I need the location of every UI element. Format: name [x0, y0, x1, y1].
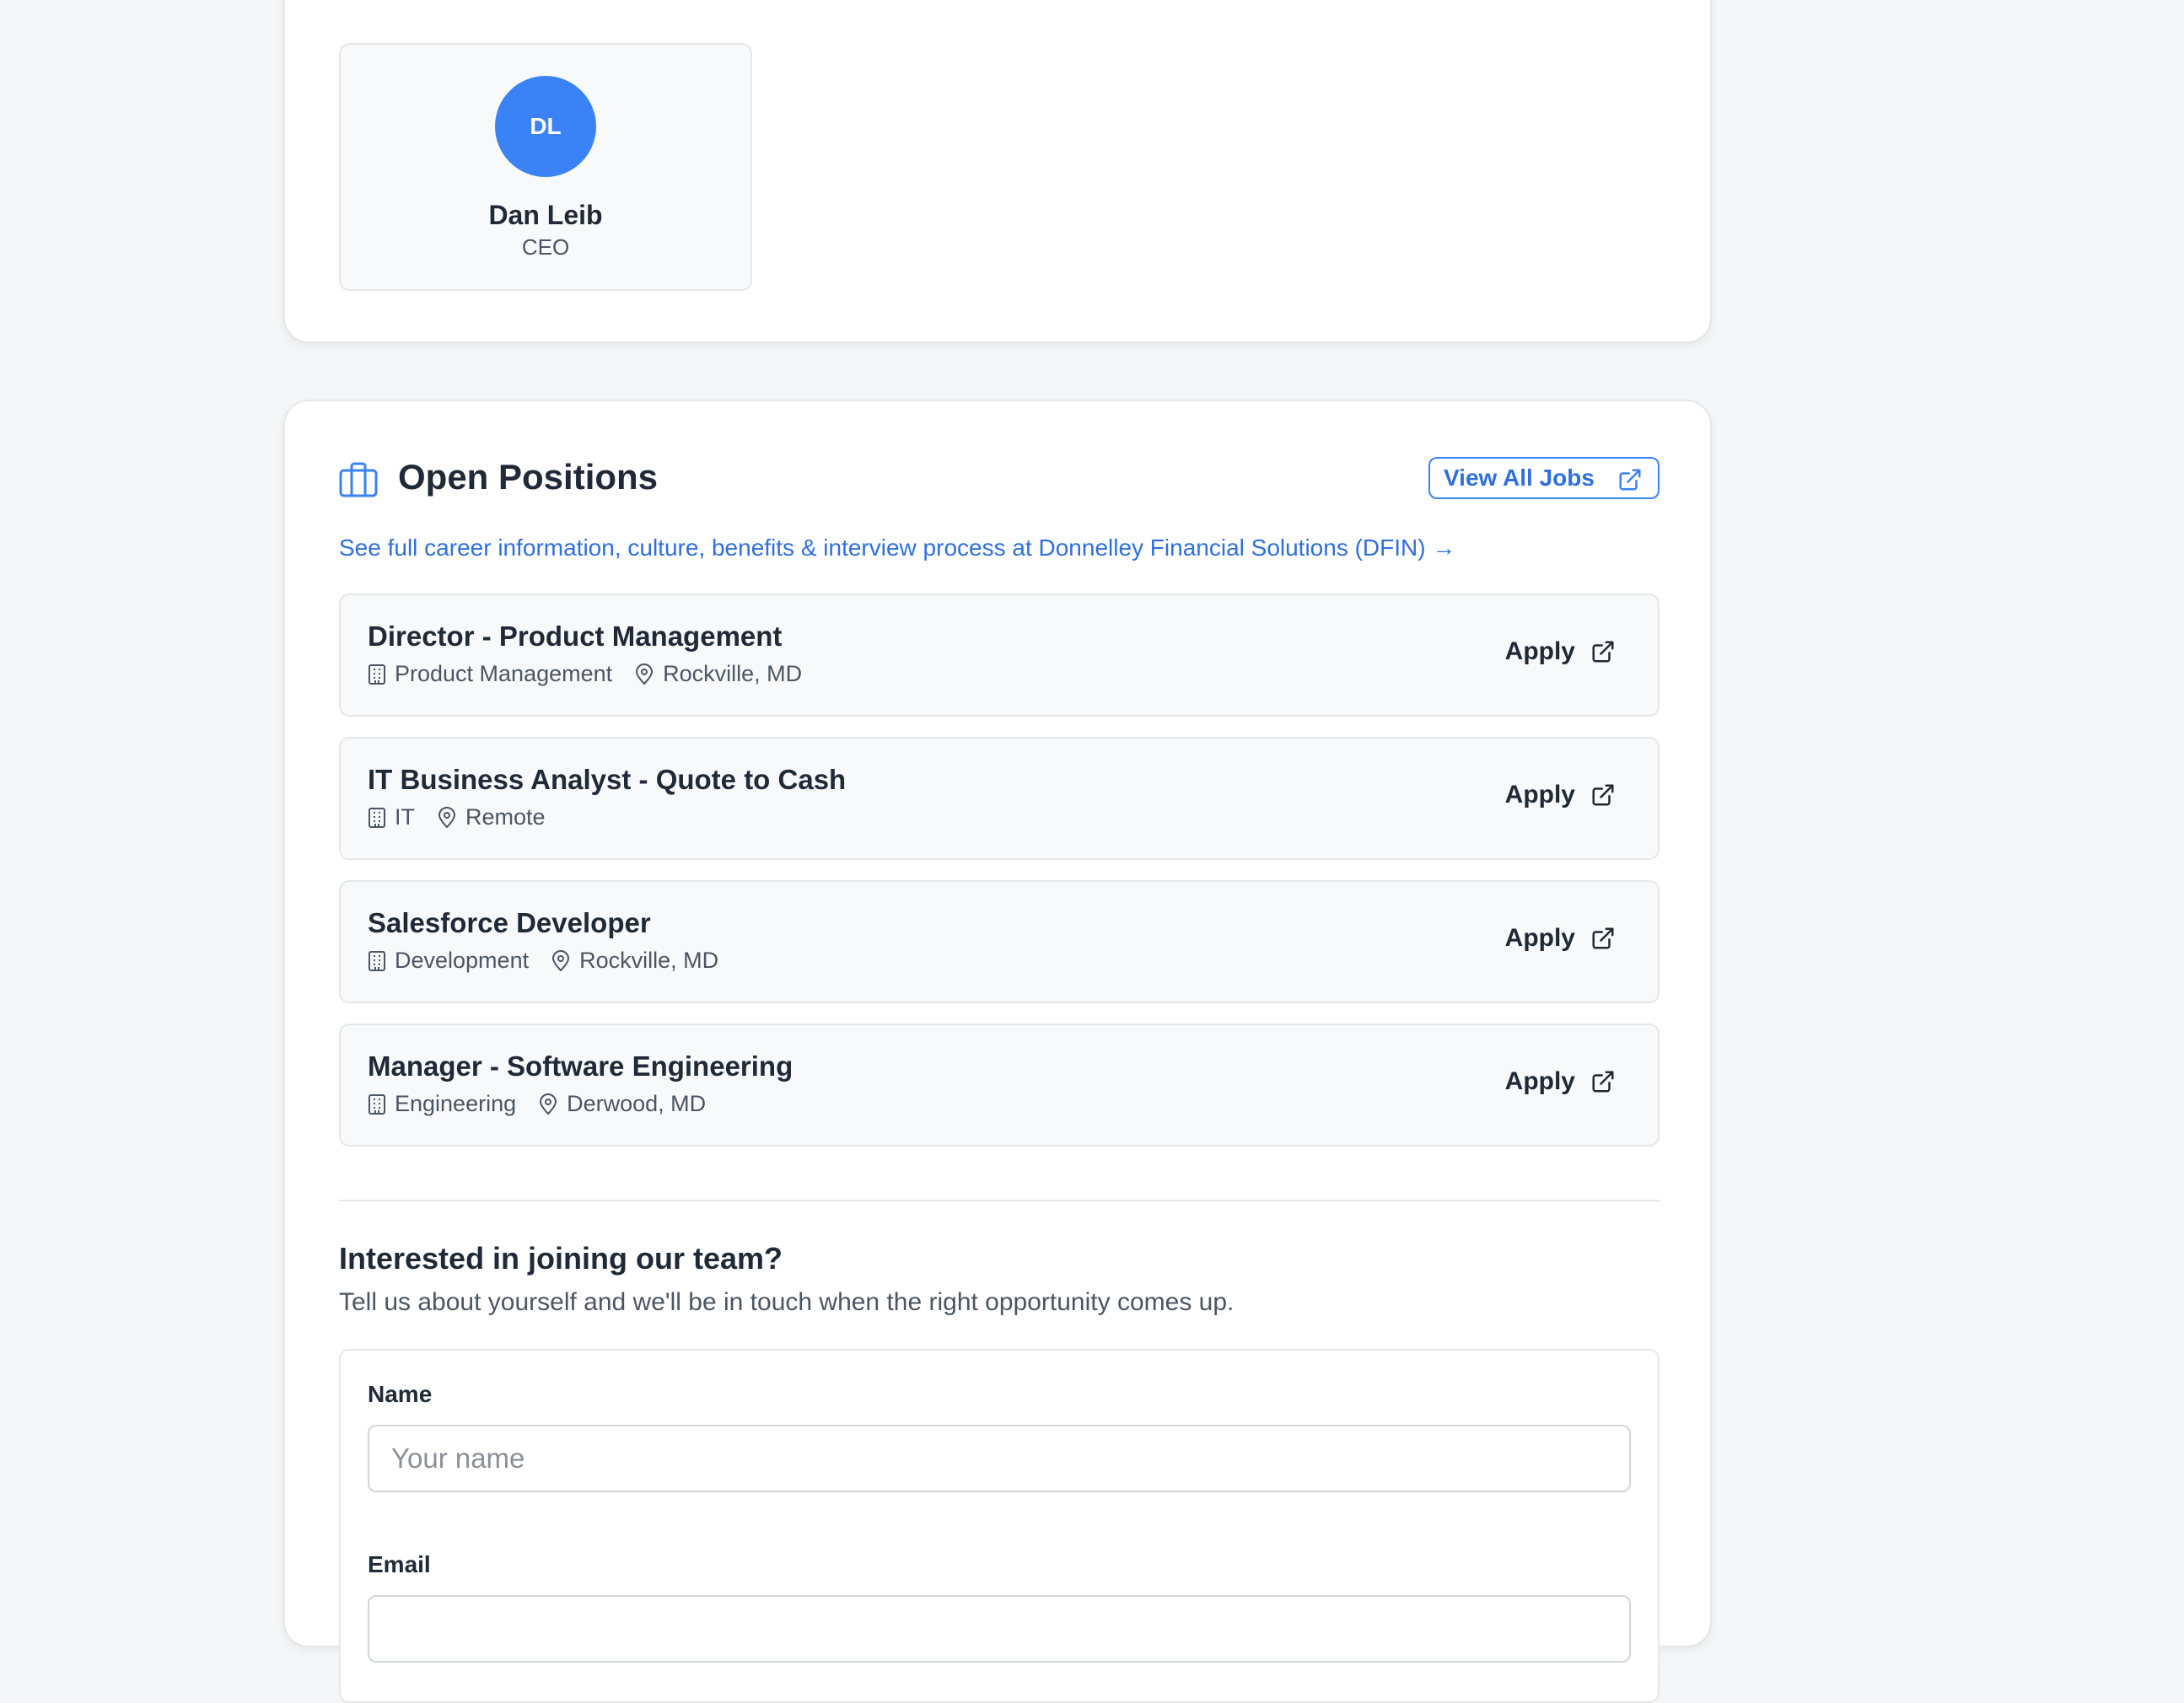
job-title: IT Business Analyst - Quote to Cash: [368, 764, 847, 795]
job-meta: Development Rockville, MD: [368, 948, 718, 974]
person-name: Dan Leib: [488, 200, 603, 230]
job-row: Salesforce Developer Development Rockville…: [339, 880, 1660, 1003]
apply-button[interactable]: Apply: [1505, 1067, 1616, 1096]
map-pin-icon: [636, 663, 654, 685]
building-icon: [368, 807, 385, 828]
map-pin-icon: [438, 806, 456, 828]
external-link-icon: [1619, 469, 1641, 491]
job-row: Manager - Software Engineering Engineerin…: [339, 1023, 1660, 1147]
section-title: Open Positions: [398, 457, 659, 497]
name-label: Name: [368, 1381, 433, 1407]
external-link-icon: [1592, 641, 1614, 663]
email-input[interactable]: [368, 1595, 1631, 1663]
divider: [339, 1200, 1660, 1201]
job-list: Director - Product Management Product Man…: [339, 594, 1660, 1167]
interest-title: Interested in joining our team?: [339, 1241, 783, 1276]
external-link-icon: [1592, 784, 1614, 806]
map-pin-icon: [552, 949, 570, 971]
building-icon: [368, 1093, 385, 1115]
career-info-link[interactable]: See full career information, culture, be…: [339, 535, 1455, 561]
map-pin-icon: [540, 1093, 557, 1115]
job-title: Manager - Software Engineering: [368, 1050, 793, 1082]
person-role: CEO: [521, 234, 570, 260]
job-location: Derwood, MD: [567, 1091, 707, 1116]
interest-subtitle: Tell us about yourself and we'll be in t…: [339, 1288, 1235, 1316]
job-meta: Product Management Rockville, MD: [368, 661, 802, 687]
apply-label: Apply: [1504, 781, 1575, 809]
job-location: Remote: [465, 804, 546, 830]
job-title: Salesforce Developer: [368, 907, 651, 938]
job-department: IT: [395, 804, 415, 830]
apply-button[interactable]: Apply: [1505, 924, 1616, 953]
job-meta: IT Remote: [368, 804, 546, 830]
name-input[interactable]: [368, 1425, 1631, 1492]
job-row: Director - Product Management Product Man…: [339, 594, 1660, 717]
email-label: Email: [368, 1551, 431, 1577]
view-all-jobs-label: View All Jobs: [1444, 465, 1595, 491]
apply-label: Apply: [1504, 637, 1575, 665]
interest-form: Name Email: [339, 1349, 1660, 1703]
job-title: Director - Product Management: [368, 620, 783, 652]
job-department: Product Management: [395, 661, 613, 686]
apply-button[interactable]: Apply: [1505, 781, 1616, 809]
external-link-icon: [1592, 927, 1614, 949]
job-meta: Engineering Derwood, MD: [368, 1091, 706, 1117]
person-card: DL Dan Leib CEO: [339, 43, 752, 291]
job-department: Engineering: [395, 1091, 517, 1116]
view-all-jobs-button[interactable]: View All Jobs: [1428, 457, 1660, 499]
external-link-icon: [1592, 1071, 1614, 1093]
section-header: Open Positions View All Jobs: [339, 454, 1660, 501]
apply-button[interactable]: Apply: [1505, 637, 1616, 666]
avatar: DL: [495, 76, 596, 177]
building-icon: [368, 950, 385, 971]
building-icon: [368, 663, 385, 685]
apply-label: Apply: [1504, 924, 1575, 952]
job-row: IT Business Analyst - Quote to Cash IT Rem…: [339, 737, 1660, 860]
briefcase-icon: [339, 462, 378, 497]
job-department: Development: [395, 948, 530, 973]
job-location: Rockville, MD: [579, 948, 719, 973]
open-positions-card: Open Positions View All Jobs See full ca…: [283, 400, 1712, 1703]
apply-label: Apply: [1504, 1067, 1575, 1095]
leadership-card: DL Dan Leib CEO: [283, 0, 1712, 343]
job-location: Rockville, MD: [663, 661, 803, 686]
